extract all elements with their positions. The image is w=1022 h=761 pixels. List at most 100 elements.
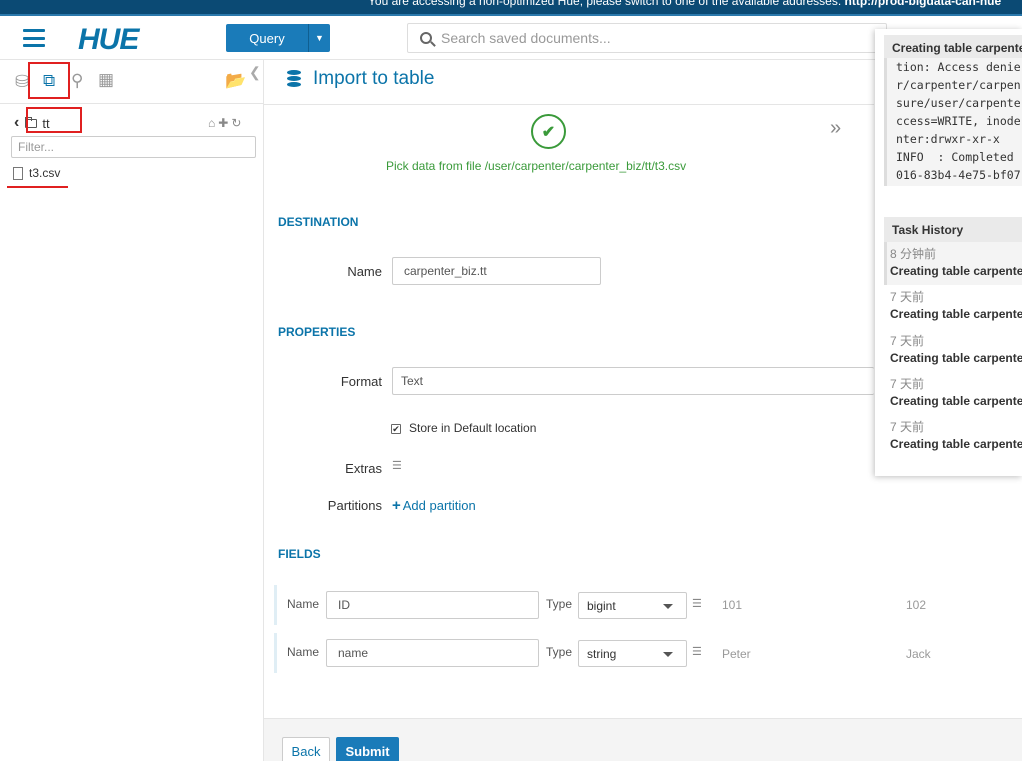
notification-banner: You are accessing a non-optimized Hue, p… [0,0,1022,16]
store-default-label: Store in Default location [409,421,537,435]
collapse-panel-icon[interactable]: ❮ [249,64,261,81]
banner-link[interactable]: http://prod-bigdata-can-hue [845,0,1002,8]
task-time: 7 天前 [890,420,925,434]
format-label: Format [340,374,382,389]
zoom-icon[interactable]: ⚲ [71,72,83,89]
task-history-item[interactable]: 7 天前 Creating table carpenter_ [884,285,1022,328]
double-chevron-right-icon[interactable]: » [830,117,841,140]
filter-placeholder: Filter... [18,140,55,154]
destination-heading: DESTINATION [278,215,359,229]
field-name-label: Name [287,645,320,659]
sample-value: 101 [722,598,743,612]
task-time: 7 天前 [890,377,925,391]
field-type-value: bigint [587,598,616,613]
field-type-select[interactable]: bigint [578,592,687,619]
task-time: 8 分钟前 [890,247,937,261]
format-value: Text [401,374,424,388]
store-default-checkbox[interactable]: ✔ [391,424,401,434]
task-history-item[interactable]: 7 天前 Creating table carpenter_ [884,329,1022,372]
job-status-panel: Creating table carpenter tion: Access de… [875,29,1022,476]
field-type-select[interactable]: string [578,640,687,667]
hue-logo[interactable]: HUE [78,23,139,57]
add-partition-label: Add partition [402,498,476,513]
query-dropdown-toggle[interactable]: ▼ [308,24,330,52]
sliders-icon[interactable]: ☰ [692,597,702,610]
query-button[interactable]: Query [226,24,308,52]
database-icon [287,70,301,88]
submit-button[interactable]: Submit [336,737,399,761]
properties-heading: PROPERTIES [278,325,356,339]
left-assist-panel: ⛁ ⧉ ⚲ ▦ 📂 ❮ ‹ tt ⌂✚↻ Filter... t3.csv [0,60,264,761]
task-name: Creating table carpenter_ [890,307,1022,321]
grid-icon[interactable]: ▦ [98,71,114,88]
add-partition-button[interactable]: + Add partition [392,497,476,514]
extras-label: Extras [345,461,382,476]
field-type-label: Type [546,597,573,611]
task-history-item[interactable]: 7 天前 Creating table carpenter_ [884,415,1022,458]
fields-heading: FIELDS [278,547,321,561]
task-name: Creating table carpenter_ [890,394,1022,408]
log-line: INFO : Completed [896,150,1014,164]
field-name-input[interactable]: name [326,639,539,667]
form-footer: Back Submit [264,718,1022,761]
task-history-item[interactable]: 8 分钟前 Creating table carpenter_ [884,242,1022,285]
field-type-value: string [587,646,617,661]
divider [264,104,874,105]
refresh-icon[interactable]: ↻ [231,116,244,130]
task-time: 7 天前 [890,290,925,304]
banner-text: You are accessing a non-optimized Hue, p… [368,0,845,8]
caret-down-icon: ▼ [315,33,324,43]
log-line: nter:drwxr-xr-x [896,132,1000,146]
plus-icon: + [392,497,401,514]
field-name-value: name [338,646,369,660]
pick-data-step: Pick data from file /user/carpenter/carp… [386,159,687,173]
page-title-text: Import to table [313,68,435,89]
field-name-value: ID [338,598,350,612]
log-line: 016-83b4-4e75-bf07 [896,168,1021,182]
task-history-item[interactable]: 7 天前 Creating table carpenter_ [884,372,1022,415]
file-icon [13,166,23,180]
current-job-title[interactable]: Creating table carpenter [884,35,1022,60]
check-circle-icon[interactable]: ✔ [531,114,566,149]
task-name: Creating table carpenter_ [890,264,1022,278]
field-name-input[interactable]: ID [326,591,539,619]
field-type-label: Type [546,645,573,659]
task-history-heading: Task History [884,217,1022,242]
file-name: t3.csv [29,166,61,180]
file-item[interactable]: t3.csv [13,166,60,180]
sample-value: Jack [906,647,931,661]
filter-input[interactable]: Filter... [11,136,256,158]
plus-icon[interactable]: ✚ [218,116,231,130]
log-line: sure/user/carpente [896,96,1021,110]
field-row: Name ID Type bigint ☰ 101 102 [274,585,926,625]
job-log: tion: Access denie r/carpenter/carpen sure… [884,58,1022,186]
field-row: Name name Type string ☰ Peter Jack [274,633,931,673]
caret-down-icon [663,604,673,609]
field-name-label: Name [287,597,320,611]
sliders-icon[interactable]: ☰ [392,459,402,472]
sample-value: 102 [906,598,927,612]
table-name-value: carpenter_biz.tt [404,264,487,278]
back-chevron-icon[interactable]: ‹ [14,114,19,132]
page-title: Import to table [287,68,434,90]
log-line: ccess=WRITE, inode [896,114,1021,128]
table-name-input[interactable]: carpenter_biz.tt [392,257,601,285]
highlight-box [28,62,70,99]
caret-down-icon [663,652,673,657]
search-placeholder: Search saved documents... [441,30,611,46]
log-line: tion: Access denie [896,60,1021,74]
search-input[interactable]: Search saved documents... [407,23,887,53]
folder-open-icon[interactable]: 📂 [225,72,246,89]
name-label: Name [347,264,382,279]
sample-value: Peter [722,647,751,661]
menu-icon[interactable] [23,29,45,47]
format-select[interactable]: Text [392,367,874,395]
highlight-box [26,107,82,133]
back-button[interactable]: Back [282,737,330,761]
partitions-label: Partitions [327,498,382,513]
task-name: Creating table carpenter_ [890,351,1022,365]
sliders-icon[interactable]: ☰ [692,645,702,658]
top-navigation: HUE Query ▼ Search saved documents... [0,16,1022,60]
highlight-underline [7,186,68,188]
home-icon[interactable]: ⌂ [208,116,218,130]
